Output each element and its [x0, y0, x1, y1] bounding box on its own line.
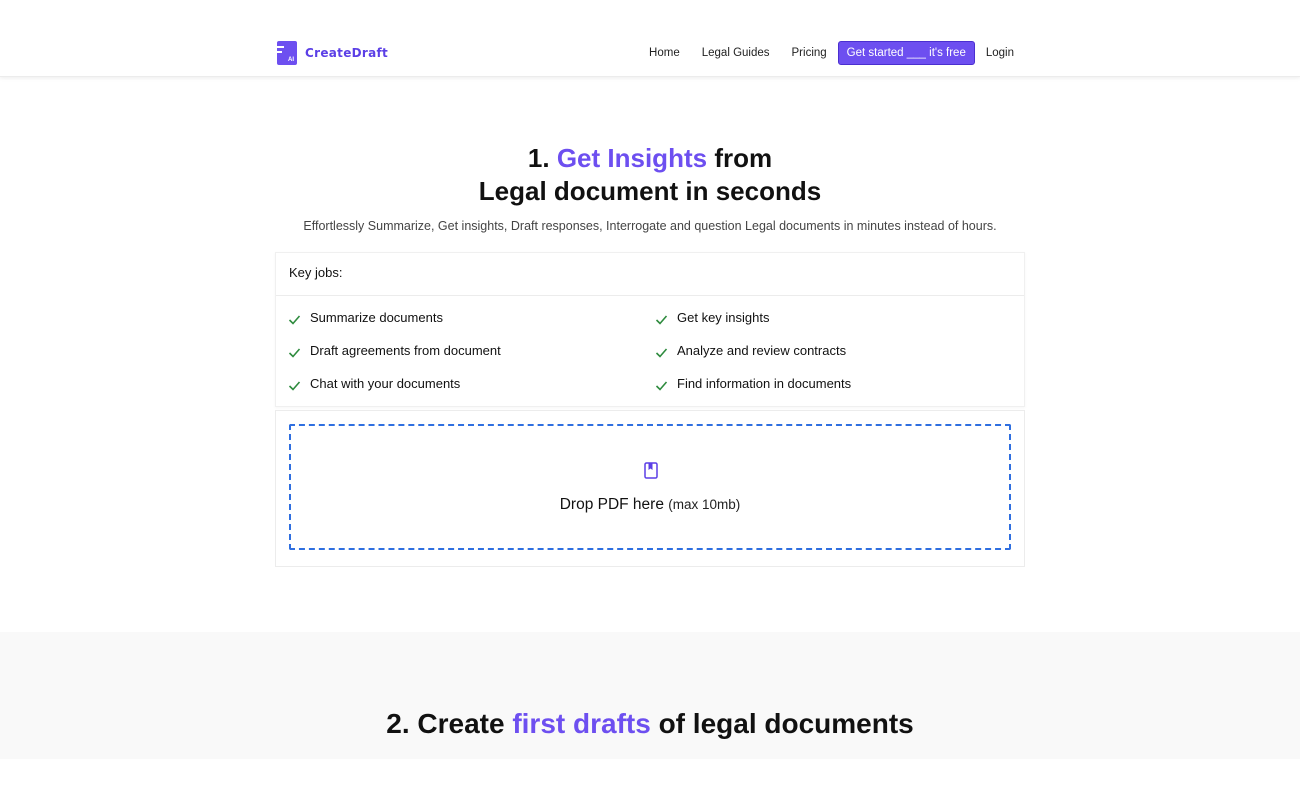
- job-label: Analyze and review contracts: [677, 343, 847, 358]
- nav-home-link[interactable]: Home: [649, 47, 680, 59]
- list-item: Get key insights: [655, 309, 1022, 326]
- drafts-section: 2. Create first drafts of legal document…: [0, 632, 1300, 759]
- logo-badge: AI: [288, 56, 294, 63]
- hero-title-suffix: from: [714, 143, 773, 173]
- list-item: Find information in documents: [655, 375, 1022, 392]
- document-icon: [644, 462, 658, 479]
- section-title: 2. Create first drafts of legal document…: [0, 708, 1300, 740]
- dropzone-text: Drop PDF here (max 10mb): [291, 496, 1009, 514]
- job-label: Get key insights: [677, 310, 770, 325]
- upload-card: Drop PDF here (max 10mb): [275, 410, 1025, 567]
- brand-logo[interactable]: AI CreateDraft: [277, 40, 388, 65]
- check-icon: [288, 348, 301, 358]
- list-item: Chat with your documents: [288, 375, 655, 392]
- key-jobs-list: Summarize documents Get key insights Dra…: [288, 309, 1018, 392]
- hero-title-line2: Legal document in seconds: [478, 176, 822, 206]
- job-label: Find information in documents: [677, 376, 852, 391]
- hero-subtitle: Effortlessly Summarize, Get insights, Dr…: [303, 219, 997, 233]
- list-item: Summarize documents: [288, 309, 655, 326]
- list-item: Analyze and review contracts: [655, 342, 1022, 359]
- nav-pricing-link[interactable]: Pricing: [792, 47, 827, 59]
- check-icon: [288, 315, 301, 325]
- section-title-accent: first drafts: [512, 708, 651, 739]
- brand-name: CreateDraft: [305, 45, 389, 60]
- nav-login-link[interactable]: Login: [986, 47, 1014, 59]
- check-icon: [655, 315, 668, 325]
- key-jobs-heading: Key jobs:: [276, 253, 1024, 296]
- check-icon: [655, 381, 668, 391]
- dropzone-label: Drop PDF here: [559, 496, 664, 513]
- hero-title: 1. Get Insights from Legal document in s…: [0, 142, 1300, 208]
- job-label: Chat with your documents: [310, 376, 461, 391]
- section-title-prefix: 2. Create: [386, 708, 505, 739]
- hero-title-prefix: 1.: [527, 143, 550, 173]
- pdf-dropzone[interactable]: Drop PDF here (max 10mb): [289, 424, 1011, 550]
- list-item: Draft agreements from document: [288, 342, 655, 359]
- job-label: Summarize documents: [310, 310, 443, 325]
- nav-legal-guides-link[interactable]: Legal Guides: [702, 47, 770, 59]
- dropzone-limit: (max 10mb): [668, 497, 741, 512]
- logo-icon: AI: [277, 40, 297, 65]
- check-icon: [288, 381, 301, 391]
- hero-title-accent: Get Insights: [556, 143, 708, 173]
- key-jobs-card: Key jobs: Summarize documents Get key in…: [275, 252, 1025, 407]
- check-icon: [655, 348, 668, 358]
- section-title-suffix: of legal documents: [658, 708, 914, 739]
- job-label: Draft agreements from document: [310, 343, 501, 358]
- get-started-button[interactable]: Get started ___ it's free: [837, 40, 975, 65]
- main-nav: Home Legal Guides Pricing Get started __…: [627, 40, 1014, 65]
- site-header: AI CreateDraft Home Legal Guides Pricing…: [0, 0, 1300, 77]
